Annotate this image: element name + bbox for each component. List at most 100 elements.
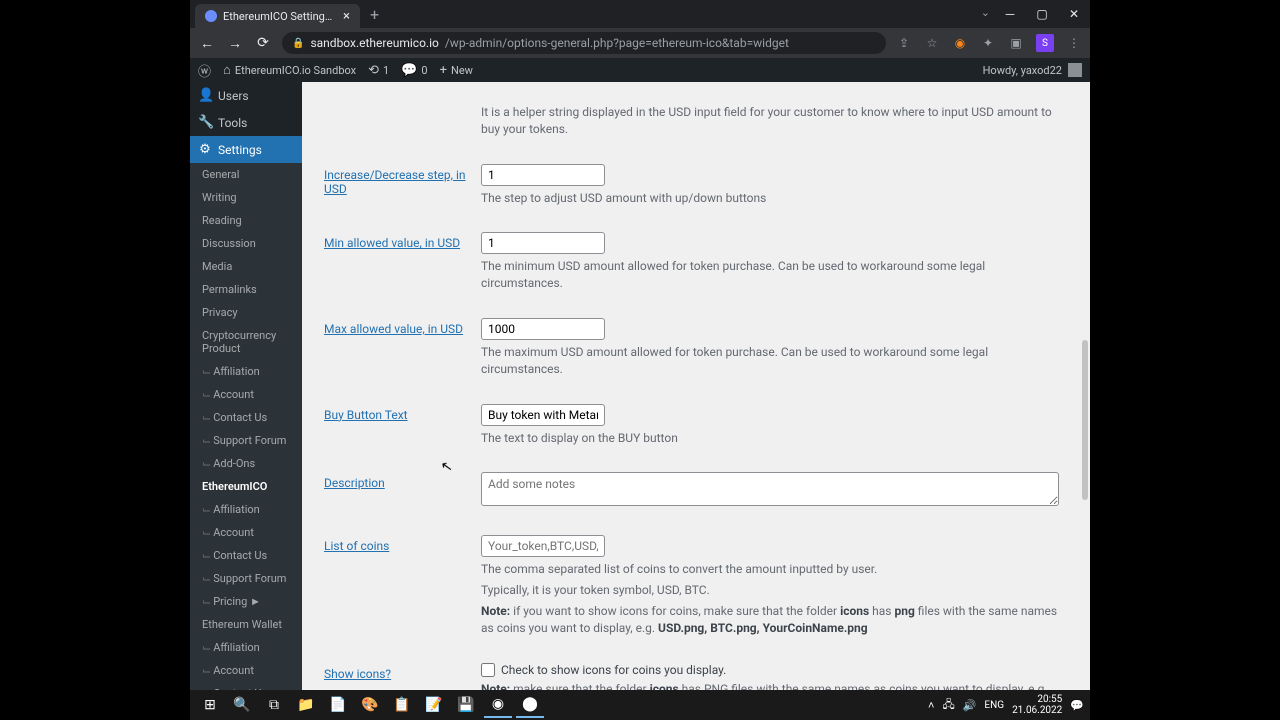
description-textarea[interactable] bbox=[481, 472, 1059, 506]
menu-icon[interactable]: ⋮ bbox=[1066, 35, 1082, 51]
content-scrollbar[interactable] bbox=[1076, 140, 1090, 660]
submenu-support-forum[interactable]: ⌙Support Forum bbox=[190, 429, 302, 452]
step-label[interactable]: Increase/Decrease step, in USD bbox=[324, 168, 466, 196]
submenu-privacy[interactable]: Privacy bbox=[190, 301, 302, 324]
show-icons-label[interactable]: Show icons? bbox=[324, 667, 391, 681]
new-tab-button[interactable]: + bbox=[360, 5, 389, 24]
site-name[interactable]: ⌂EthereumICO.io Sandbox bbox=[223, 62, 356, 78]
minimize-button[interactable]: ─ bbox=[994, 0, 1026, 28]
submenu-eth-support-forum[interactable]: ⌙Support Forum bbox=[190, 567, 302, 590]
submenu-wallet-account[interactable]: ⌙Account bbox=[190, 659, 302, 682]
start-button[interactable]: ⊞ bbox=[196, 692, 224, 718]
url-path: /wp-admin/options-general.php?page=ether… bbox=[445, 36, 789, 50]
language-indicator[interactable]: ENG bbox=[984, 700, 1004, 711]
explorer-icon[interactable]: 📁 bbox=[292, 692, 320, 718]
bookmark-icon[interactable]: ☆ bbox=[924, 35, 940, 51]
min-label[interactable]: Min allowed value, in USD bbox=[324, 236, 460, 250]
search-button[interactable]: 🔍 bbox=[228, 692, 256, 718]
max-label[interactable]: Max allowed value, in USD bbox=[324, 322, 463, 336]
submenu-discussion[interactable]: Discussion bbox=[190, 232, 302, 255]
app-icon-1[interactable]: 📄 bbox=[324, 692, 352, 718]
coins-description-2: Typically, it is your token symbol, USD,… bbox=[481, 582, 1068, 599]
submenu-media[interactable]: Media bbox=[190, 255, 302, 278]
app-icon-4[interactable]: 📝 bbox=[420, 692, 448, 718]
url-field[interactable]: 🔒 sandbox.ethereumico.io/wp-admin/option… bbox=[282, 32, 886, 54]
comments-link[interactable]: 💬0 bbox=[401, 63, 427, 78]
reload-button[interactable]: ⟳ bbox=[254, 35, 272, 51]
new-content[interactable]: +New bbox=[440, 63, 473, 78]
updates-link[interactable]: ⟲1 bbox=[368, 63, 389, 78]
menu-tools[interactable]: 🔧Tools bbox=[190, 109, 302, 136]
coins-description-1: The comma separated list of coins to con… bbox=[481, 561, 1068, 578]
list-of-coins-label[interactable]: List of coins bbox=[324, 539, 389, 553]
buy-button-text-input[interactable] bbox=[481, 404, 605, 426]
extensions-icon[interactable]: ✦ bbox=[980, 35, 996, 51]
submenu-ethereum-wallet[interactable]: Ethereum Wallet bbox=[190, 613, 302, 636]
share-icon[interactable]: ⇪ bbox=[896, 35, 912, 51]
metamask-extension-icon[interactable]: ◉ bbox=[952, 35, 968, 51]
submenu-reading[interactable]: Reading bbox=[190, 209, 302, 232]
app-icon-5[interactable]: 💾 bbox=[452, 692, 480, 718]
submenu-permalinks[interactable]: Permalinks bbox=[190, 278, 302, 301]
submenu-cryptocurrency-product[interactable]: Cryptocurrency Product bbox=[190, 324, 302, 360]
tray-volume-icon[interactable]: 🔊 bbox=[963, 699, 977, 712]
tray-network-icon[interactable]: 🖧 bbox=[942, 696, 954, 715]
scrollbar-thumb[interactable] bbox=[1082, 340, 1088, 500]
maximize-button[interactable]: ▢ bbox=[1026, 0, 1058, 28]
menu-settings[interactable]: ⚙Settings bbox=[190, 136, 302, 163]
back-button[interactable]: ← bbox=[198, 35, 216, 52]
browser-tab[interactable]: EthereumICO Settings ‹ Ethereu… × bbox=[195, 4, 360, 28]
profile-badge[interactable]: S bbox=[1036, 34, 1054, 52]
app-icon-3[interactable]: 📋 bbox=[388, 692, 416, 718]
submenu-affiliation[interactable]: ⌙Affiliation bbox=[190, 360, 302, 383]
wp-admin-sidebar: 👤Users 🔧Tools ⚙Settings General Writing … bbox=[190, 82, 302, 690]
list-of-coins-input[interactable] bbox=[481, 535, 605, 557]
sidebar-icon[interactable]: ▣ bbox=[1008, 35, 1024, 51]
tab-dropdown-icon[interactable]: ⌄ bbox=[981, 6, 990, 19]
notification-icon[interactable]: 💬 bbox=[1070, 699, 1084, 712]
submenu-writing[interactable]: Writing bbox=[190, 186, 302, 209]
wp-admin-bar: ⓦ ⌂EthereumICO.io Sandbox ⟲1 💬0 +New How… bbox=[190, 58, 1090, 82]
chrome-taskbar-icon[interactable]: ◉ bbox=[484, 692, 512, 718]
buy-description: The text to display on the BUY button bbox=[481, 430, 1068, 447]
tab-close-icon[interactable]: × bbox=[343, 9, 350, 24]
show-icons-checkbox-label: Check to show icons for coins you displa… bbox=[501, 663, 726, 677]
submenu-general[interactable]: General bbox=[190, 163, 302, 186]
windows-taskbar: ⊞ 🔍 ⧉ 📁 📄 🎨 📋 📝 💾 ◉ ⬤ ˄ 🖧 🔊 ENG 20:55 21… bbox=[190, 690, 1090, 720]
submenu-eth-account[interactable]: ⌙Account bbox=[190, 521, 302, 544]
tray-chevron-icon[interactable]: ˄ bbox=[928, 699, 934, 712]
submenu-eth-contact-us[interactable]: ⌙Contact Us bbox=[190, 544, 302, 567]
forward-button[interactable]: → bbox=[226, 35, 244, 52]
max-input[interactable] bbox=[481, 318, 605, 340]
menu-users[interactable]: 👤Users bbox=[190, 82, 302, 109]
howdy-link[interactable]: Howdy, yaxod22 bbox=[983, 64, 1062, 77]
tab-favicon bbox=[205, 10, 217, 22]
min-input[interactable] bbox=[481, 232, 605, 254]
submenu-wallet-contact-us[interactable]: ⌙Contact Us bbox=[190, 682, 302, 690]
coins-note: Note: if you want to show icons for coin… bbox=[481, 603, 1068, 637]
submenu-account[interactable]: ⌙Account bbox=[190, 383, 302, 406]
task-view-button[interactable]: ⧉ bbox=[260, 692, 288, 718]
obs-taskbar-icon[interactable]: ⬤ bbox=[516, 692, 544, 718]
submenu-ethereumico[interactable]: EthereumICO bbox=[190, 475, 302, 498]
submenu-wallet-affiliation[interactable]: ⌙Affiliation bbox=[190, 636, 302, 659]
wp-logo[interactable]: ⓦ bbox=[198, 61, 211, 80]
close-window-button[interactable]: ✕ bbox=[1058, 0, 1090, 28]
address-bar: ← → ⟳ 🔒 sandbox.ethereumico.io/wp-admin/… bbox=[190, 28, 1090, 58]
avatar[interactable] bbox=[1068, 63, 1082, 77]
step-description: The step to adjust USD amount with up/do… bbox=[481, 190, 1068, 207]
submenu-add-ons[interactable]: ⌙Add-Ons bbox=[190, 452, 302, 475]
description-label[interactable]: Description bbox=[324, 476, 385, 490]
system-clock[interactable]: 20:55 21.06.2022 bbox=[1012, 694, 1062, 716]
app-icon-2[interactable]: 🎨 bbox=[356, 692, 384, 718]
submenu-eth-affiliation[interactable]: ⌙Affiliation bbox=[190, 498, 302, 521]
helper-description: It is a helper string displayed in the U… bbox=[481, 104, 1068, 138]
step-input[interactable] bbox=[481, 164, 605, 186]
show-icons-checkbox[interactable] bbox=[481, 663, 495, 677]
browser-tab-bar: EthereumICO Settings ‹ Ethereu… × + ⌄ ─ … bbox=[190, 0, 1090, 28]
show-icons-note: Note: make sure that the folder icons ha… bbox=[481, 681, 1068, 690]
submenu-contact-us[interactable]: ⌙Contact Us bbox=[190, 406, 302, 429]
submenu-eth-pricing[interactable]: ⌙Pricing ► bbox=[190, 590, 302, 613]
buy-button-text-label[interactable]: Buy Button Text bbox=[324, 408, 408, 422]
max-description: The maximum USD amount allowed for token… bbox=[481, 344, 1068, 378]
